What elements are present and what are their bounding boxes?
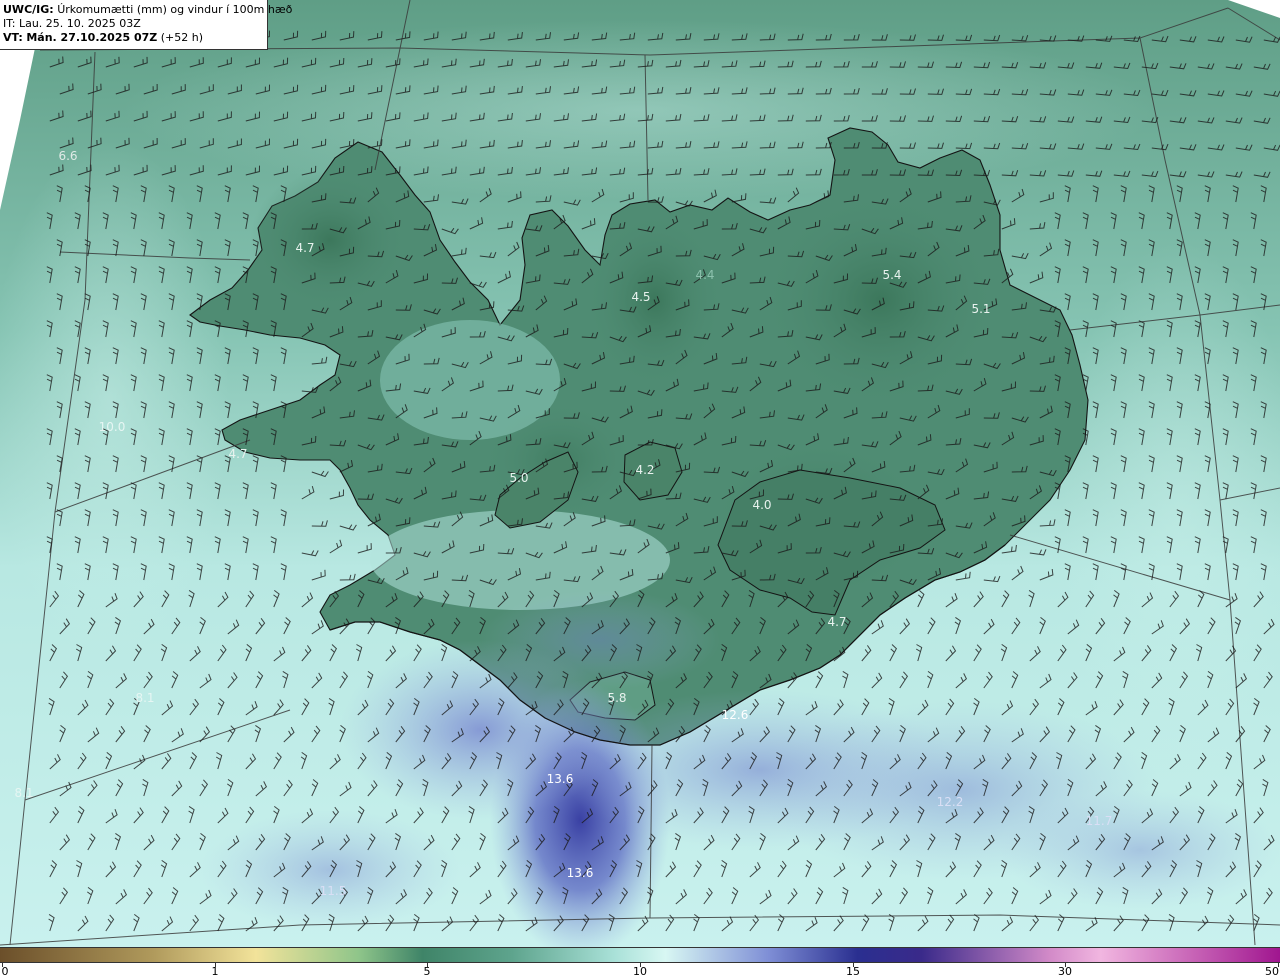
value-label: 4.0 — [752, 498, 771, 512]
issue-time: Lau. 25. 10. 2025 03Z — [18, 17, 141, 30]
product-line: UWC/IG: Úrkomumætti (mm) og vindur í 100… — [3, 3, 292, 17]
value-label: 4.4 — [695, 268, 714, 282]
colorbar-tick-label: 5 — [423, 965, 431, 978]
value-label: 11.5 — [320, 884, 347, 898]
value-label: 12.2 — [937, 795, 964, 809]
map-info-box: UWC/IG: Úrkomumætti (mm) og vindur í 100… — [0, 0, 292, 50]
colorbar-tick-label: 0 — [1, 965, 9, 978]
value-label: 5.8 — [607, 691, 626, 705]
colorbar: 0 1 5 10 15 30 50 — [0, 947, 1280, 978]
value-label: 6.6 — [58, 149, 77, 163]
colorbar-tick-label: 10 — [633, 965, 647, 978]
colorbar-tick-label: 30 — [1058, 965, 1072, 978]
valid-line: VT: Mán. 27.10.2025 07Z (+52 h) — [3, 31, 267, 45]
value-label: 4.7 — [228, 447, 247, 461]
issue-line: IT: Lau. 25. 10. 2025 03Z — [3, 17, 267, 31]
colorbar-tick-label: 50 — [1265, 965, 1279, 978]
value-label: 13.6 — [547, 772, 574, 786]
valid-label: VT: — [3, 31, 23, 44]
colorbar-tick-label: 1 — [211, 965, 219, 978]
value-label: 12.6 — [722, 708, 749, 722]
value-label: 4.7 — [295, 241, 314, 255]
valid-time: Mán. 27.10.2025 07Z — [26, 31, 158, 44]
value-label: 10.0 — [99, 420, 126, 434]
value-label: 5.0 — [509, 471, 528, 485]
value-label: 4.5 — [631, 290, 650, 304]
value-label: 11.7 — [1086, 814, 1113, 828]
colorbar-strip — [0, 947, 1280, 963]
product-description: Úrkomumætti (mm) og vindur í 100m hæð — [57, 3, 293, 16]
colorbar-tick-label: 15 — [846, 965, 860, 978]
product-code: UWC/IG: — [3, 3, 54, 16]
value-label: 8.1 — [14, 786, 33, 800]
lead-time: (+52 h) — [160, 31, 204, 44]
value-label: 4.2 — [635, 463, 654, 477]
value-label: 5.1 — [971, 302, 990, 316]
issue-label: IT: — [3, 17, 16, 30]
value-label: 5.4 — [882, 268, 901, 282]
value-label: 4.7 — [827, 615, 846, 629]
value-label: 8.1 — [135, 691, 154, 705]
value-label: 13.6 — [567, 866, 594, 880]
precipitation-wind-map: 6.6 4.7 4.4 4.5 5.4 5.1 10.0 4.7 5.0 4.2… — [0, 0, 1280, 947]
